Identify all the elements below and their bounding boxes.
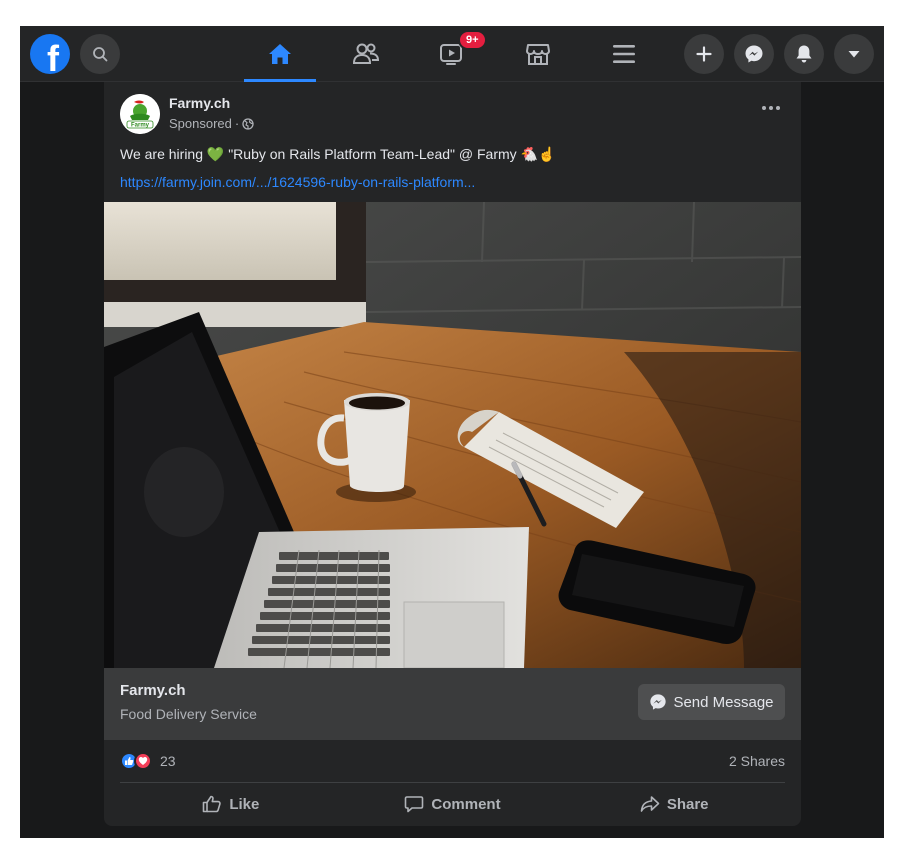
cta-page-category: Food Delivery Service [120, 706, 257, 722]
share-button[interactable]: Share [563, 786, 785, 822]
reaction-count[interactable]: 23 [160, 753, 176, 769]
post-image[interactable] [104, 202, 801, 668]
call-to-action-bar[interactable]: Farmy.ch Food Delivery Service Send Mess… [104, 668, 801, 740]
home-icon [269, 44, 291, 64]
tab-friends[interactable] [330, 26, 402, 82]
plus-icon [696, 46, 712, 62]
farmy-logo-icon: Farmy [120, 94, 160, 134]
facebook-logo-icon[interactable]: f [30, 34, 70, 74]
post-text: We are hiring 💚 "Ruby on Rails Platform … [120, 146, 556, 162]
notifications-button[interactable] [784, 34, 824, 74]
post-stats: 23 2 Shares [120, 750, 785, 772]
search-icon [93, 47, 108, 62]
separator-dot: · [234, 116, 240, 131]
comment-label: Comment [431, 795, 501, 813]
top-navigation-bar: f 9+ [20, 26, 884, 82]
send-message-button[interactable]: Send Message [638, 684, 785, 720]
comment-icon [405, 796, 424, 813]
actions-divider [120, 782, 785, 783]
messenger-button[interactable] [734, 34, 774, 74]
cta-page-name: Farmy.ch [120, 682, 186, 699]
marketplace-icon [526, 44, 550, 65]
sponsored-post-card: Farmy Farmy.ch Sponsored · We are hiring… [104, 82, 801, 826]
create-button[interactable] [684, 34, 724, 74]
avatar-logo-text: Farmy [131, 123, 150, 129]
caret-down-icon [848, 51, 860, 58]
page-avatar[interactable]: Farmy [120, 94, 160, 134]
hamburger-menu-icon [613, 45, 635, 63]
facebook-window: f 9+ Farmy Farmy.ch Sponsored · We are h… [20, 26, 884, 838]
account-menu-button[interactable] [834, 34, 874, 74]
share-label: Share [666, 795, 709, 813]
post-actions: Like Comment Share [120, 786, 785, 822]
sponsored-label[interactable]: Sponsored · [169, 116, 254, 131]
tab-marketplace[interactable] [502, 26, 574, 82]
share-icon [640, 796, 660, 812]
tab-home[interactable] [244, 26, 316, 82]
page-name-link[interactable]: Farmy.ch [169, 95, 230, 111]
messenger-icon [745, 45, 763, 63]
love-reaction-icon [134, 752, 152, 770]
shares-count[interactable]: 2 Shares [729, 753, 785, 769]
search-button[interactable] [80, 34, 120, 74]
comment-button[interactable]: Comment [342, 786, 564, 822]
like-button[interactable]: Like [120, 786, 342, 822]
like-label: Like [229, 795, 260, 813]
logo-letter: f [47, 38, 59, 74]
bell-icon [796, 45, 812, 63]
messenger-icon [650, 694, 667, 710]
watch-notification-badge: 9+ [458, 30, 487, 50]
send-message-label: Send Message [673, 693, 774, 711]
post-options-button[interactable] [759, 102, 783, 114]
thumbs-up-icon [203, 795, 222, 813]
tab-menu[interactable] [588, 26, 660, 82]
post-link[interactable]: https://farmy.join.com/.../1624596-ruby-… [120, 174, 475, 190]
friends-icon [352, 43, 380, 64]
desk-laptop-photo [104, 202, 801, 668]
globe-icon [242, 117, 254, 130]
reaction-icons[interactable]: 23 [120, 752, 176, 770]
sponsored-text: Sponsored [169, 116, 232, 131]
